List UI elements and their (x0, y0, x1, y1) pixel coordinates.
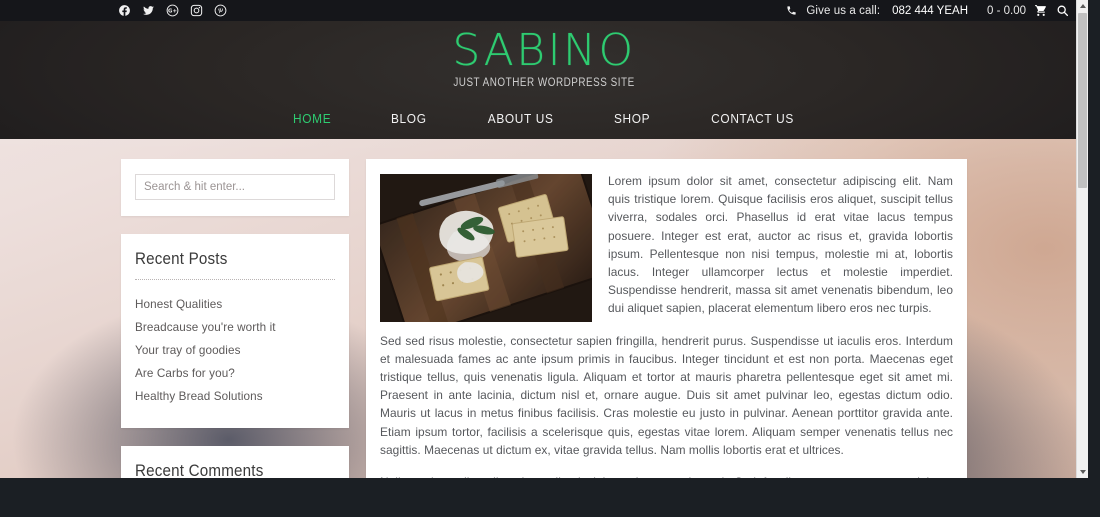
facebook-icon[interactable] (118, 4, 131, 17)
nav-item-contact-us[interactable]: CONTACT US (684, 108, 822, 130)
site-title[interactable]: SABINO (0, 29, 1088, 73)
paragraph: Sed sed risus molestie, consectetur sapi… (380, 333, 953, 457)
google-plus-icon[interactable]: G+ (166, 4, 179, 17)
site-tagline: JUST ANOTHER WORDPRESS SITE (453, 77, 635, 89)
browser-bottom-chrome (0, 478, 1100, 517)
recent-post-link[interactable]: Are Carbs for you? (135, 367, 235, 380)
search-input[interactable] (135, 174, 335, 200)
recent-posts-title: Recent Posts (135, 250, 228, 268)
nav-item-about-us[interactable]: ABOUT US (460, 108, 581, 130)
recent-post-link[interactable]: Your tray of goodies (135, 344, 241, 357)
social-links: G+ (118, 0, 227, 21)
post-featured-image[interactable] (380, 174, 592, 322)
scrollbar-up-button[interactable] (1077, 0, 1088, 12)
phone-icon (786, 5, 797, 16)
svg-text:G+: G+ (168, 9, 177, 15)
top-bar-right: Give us a call: 082 444 YEAH 0 - 0.00 (786, 0, 1069, 21)
chevron-up-icon (1079, 4, 1086, 8)
call-us-label: Give us a call: (806, 4, 881, 17)
divider (135, 279, 335, 281)
recent-post-link[interactable]: Healthy Bread Solutions (135, 390, 263, 403)
cart-amount: 0 - 0.00 (987, 4, 1026, 17)
nav-item-blog[interactable]: BLOG (363, 108, 454, 130)
list-item[interactable]: Are Carbs for you? (135, 364, 335, 382)
nav-item-home[interactable]: HOME (265, 108, 358, 130)
recent-post-link[interactable]: Breadcause you're worth it (135, 321, 276, 334)
site-header: SABINO JUST ANOTHER WORDPRESS SITE HOME … (0, 21, 1088, 139)
top-utility-bar: G+ Give us a call: 082 444 YEAH 0 - 0.00 (0, 0, 1088, 21)
recent-comments-title: Recent Comments (135, 462, 264, 478)
widget-search (121, 159, 349, 216)
twitter-icon[interactable] (142, 4, 155, 17)
main-content-card: Lorem ipsum dolor sit amet, consectetur … (366, 159, 967, 478)
sidebar: Recent Posts Honest Qualities Breadcause… (121, 159, 349, 478)
cart-icon[interactable] (1034, 4, 1048, 17)
chevron-down-icon (1079, 470, 1086, 474)
search-icon[interactable] (1056, 4, 1069, 17)
instagram-icon[interactable] (190, 4, 203, 17)
phone-number[interactable]: 082 444 YEAH (892, 5, 968, 17)
content-area: Recent Posts Honest Qualities Breadcause… (0, 139, 1088, 478)
widget-recent-comments: Recent Comments Maria on Woo Ninja (121, 446, 349, 478)
list-item[interactable]: Healthy Bread Solutions (135, 387, 335, 405)
browser-viewport: G+ Give us a call: 082 444 YEAH 0 - 0.00 (0, 0, 1088, 478)
list-item[interactable]: Honest Qualities (135, 295, 335, 313)
main-navigation: HOME BLOG ABOUT US SHOP CONTACT US (0, 108, 1088, 130)
scrollbar-thumb[interactable] (1078, 13, 1087, 188)
browser-scrollbar[interactable] (1076, 0, 1088, 478)
list-item[interactable]: Breadcause you're worth it (135, 318, 335, 336)
widget-recent-posts: Recent Posts Honest Qualities Breadcause… (121, 234, 349, 428)
recent-posts-list: Honest Qualities Breadcause you're worth… (135, 295, 335, 405)
brand-block[interactable]: SABINO JUST ANOTHER WORDPRESS SITE (0, 21, 1088, 90)
scrollbar-down-button[interactable] (1077, 466, 1088, 478)
pinterest-icon[interactable] (214, 4, 227, 17)
list-item[interactable]: Your tray of goodies (135, 341, 335, 359)
recent-post-link[interactable]: Honest Qualities (135, 298, 222, 311)
nav-item-shop[interactable]: SHOP (586, 108, 677, 130)
